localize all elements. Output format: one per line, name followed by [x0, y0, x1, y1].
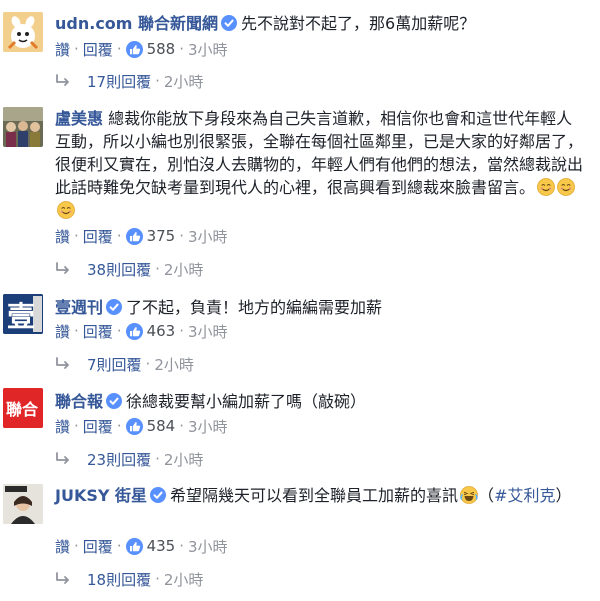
reply-arrow-icon — [56, 452, 69, 464]
reply-link[interactable]: 回覆 — [83, 321, 113, 342]
smile-emoji-icon — [57, 201, 75, 219]
reply-link[interactable]: 回覆 — [83, 226, 113, 247]
avatar-logo-text: 聯合 — [6, 400, 39, 419]
reply-arrow-icon — [56, 572, 69, 584]
comment-body: udn.com 聯合新聞網 先不說對不起了，那6萬加薪呢？ — [55, 12, 587, 35]
paren-open: （ — [478, 486, 495, 505]
reply-link[interactable]: 回覆 — [83, 416, 113, 437]
verified-icon — [106, 393, 123, 409]
avatar-user[interactable] — [3, 107, 43, 147]
comment-actions: 讚 · 回覆 · 463 · 3小時 — [55, 321, 228, 342]
view-replies-link[interactable]: 7則回覆 — [87, 354, 142, 375]
like-count[interactable]: 435 — [147, 537, 176, 555]
hashtag-link[interactable]: #艾利克 — [494, 486, 555, 505]
comment-actions: 讚 · 回覆 · 375 · 3小時 — [55, 226, 228, 247]
timestamp[interactable]: 3小時 — [188, 321, 228, 342]
replies-timestamp: 2小時 — [154, 355, 194, 374]
verified-icon — [221, 15, 238, 31]
avatar-weekly[interactable]: 壹 — [3, 294, 43, 334]
comment-body: 壹週刊 了不起，負責！地方的編編需要加薪 — [55, 296, 587, 319]
comment-author[interactable]: udn.com 聯合新聞網 — [55, 14, 218, 33]
like-link[interactable]: 讚 — [55, 416, 70, 437]
reply-link[interactable]: 回覆 — [83, 39, 113, 60]
like-icon — [125, 417, 143, 435]
avatar-udn[interactable] — [3, 12, 43, 52]
replies-timestamp: 2小時 — [163, 450, 204, 469]
comment-text: 了不起，負責！地方的編編需要加薪 — [126, 298, 383, 317]
comment-author[interactable]: 聯合報 — [55, 392, 103, 411]
like-link[interactable]: 讚 — [55, 321, 70, 342]
like-link[interactable]: 讚 — [55, 536, 70, 557]
replies-row[interactable]: 38則回覆 · 2小時 — [55, 258, 203, 280]
timestamp[interactable]: 3小時 — [188, 536, 228, 557]
comment-author[interactable]: JUKSY 街星 — [55, 486, 147, 505]
replies-timestamp: 2小時 — [163, 260, 204, 279]
comment-body: 盧美惠 總裁你能放下身段來為自己失言道歉，相信你也會和這世代年輕人互動，所以小編… — [55, 107, 587, 222]
like-count[interactable]: 588 — [147, 40, 176, 58]
comment-text: 先不說對不起了，那6萬加薪呢？ — [241, 14, 476, 33]
view-replies-link[interactable]: 23則回覆 — [87, 449, 151, 470]
timestamp[interactable]: 3小時 — [188, 39, 228, 60]
replies-timestamp: 2小時 — [163, 72, 204, 91]
like-count[interactable]: 584 — [147, 417, 176, 435]
avatar-udn-paper[interactable]: 聯合 — [3, 388, 43, 428]
view-replies-link[interactable]: 17則回覆 — [87, 71, 151, 92]
verified-icon — [150, 487, 167, 503]
view-replies-link[interactable]: 38則回覆 — [87, 259, 151, 280]
like-icon — [125, 537, 143, 555]
reply-arrow-icon — [56, 262, 69, 274]
comment-text: 總裁你能放下身段來為自己失言道歉，相信你也會和這世代年輕人互動，所以小編也別很緊… — [55, 109, 584, 197]
replies-row[interactable]: 17則回覆 · 2小時 — [55, 70, 203, 92]
replies-row[interactable]: 18則回覆 · 2小時 — [55, 568, 203, 590]
laughing-emoji-icon — [460, 486, 479, 504]
like-count[interactable]: 463 — [147, 322, 176, 340]
like-icon — [125, 227, 143, 245]
reply-arrow-icon — [56, 74, 69, 86]
avatar-logo-text: 壹 — [7, 300, 35, 333]
comment-actions: 讚 · 回覆 · 584 · 3小時 — [55, 416, 228, 437]
comment-body: JUKSY 街星 希望隔幾天可以看到全聯員工加薪的喜訊 （#艾利克） — [55, 484, 587, 507]
view-replies-link[interactable]: 18則回覆 — [87, 569, 151, 590]
timestamp[interactable]: 3小時 — [188, 226, 228, 247]
smile-emoji-icon — [537, 178, 556, 196]
like-count[interactable]: 375 — [147, 227, 176, 245]
comment-text: 希望隔幾天可以看到全聯員工加薪的喜訊 — [170, 486, 459, 505]
like-icon — [125, 40, 143, 58]
comment-author[interactable]: 盧美惠 — [55, 109, 103, 128]
like-icon — [125, 322, 143, 340]
comment-actions: 讚 · 回覆 · 435 · 3小時 — [55, 536, 228, 557]
comment-body: 聯合報 徐總裁要幫小編加薪了嗎（敲碗） — [55, 390, 587, 413]
replies-row[interactable]: 7則回覆 · 2小時 — [55, 353, 194, 375]
avatar-juksy[interactable] — [3, 484, 43, 524]
reply-link[interactable]: 回覆 — [83, 536, 113, 557]
like-link[interactable]: 讚 — [55, 39, 70, 60]
paren-close: ） — [555, 486, 572, 505]
replies-row[interactable]: 23則回覆 · 2小時 — [55, 448, 203, 470]
replies-timestamp: 2小時 — [163, 570, 204, 589]
comment-author[interactable]: 壹週刊 — [55, 298, 103, 317]
reply-arrow-icon — [56, 357, 69, 369]
comment-actions: 讚 · 回覆 · 588 · 3小時 — [55, 39, 228, 60]
verified-icon — [106, 299, 123, 315]
smile-emoji-icon — [557, 178, 576, 196]
like-link[interactable]: 讚 — [55, 226, 70, 247]
timestamp[interactable]: 3小時 — [188, 416, 228, 437]
comment-text: 徐總裁要幫小編加薪了嗎（敲碗） — [126, 392, 367, 411]
